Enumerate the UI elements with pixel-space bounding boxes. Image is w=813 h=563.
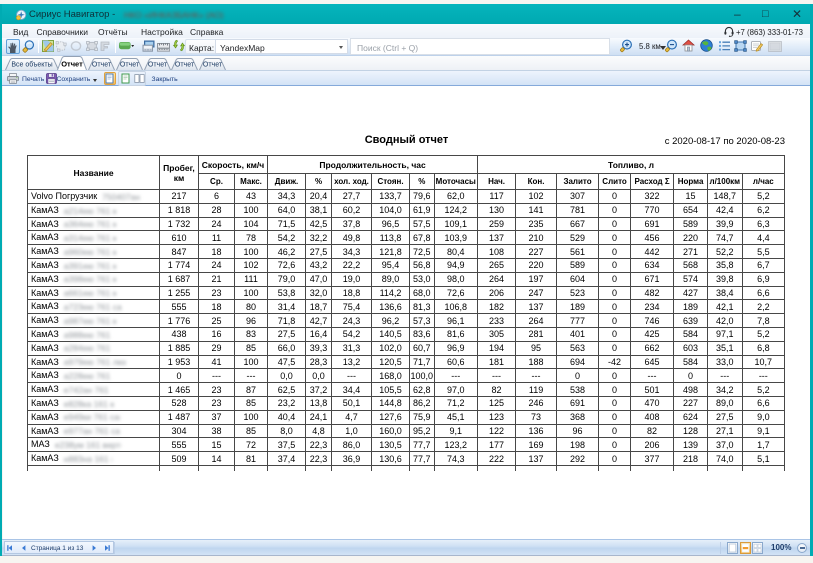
svg-text:Отчет: Отчет: [61, 60, 83, 69]
svg-text:Отчет: Отчет: [92, 62, 112, 69]
svg-text:Отчет: Отчет: [148, 62, 168, 69]
svg-text:Отчет: Отчет: [175, 62, 195, 69]
svg-text:Отчет: Отчет: [203, 62, 223, 69]
svg-text:Все объекты: Все объекты: [11, 61, 52, 69]
svg-text:Отчет: Отчет: [120, 62, 140, 69]
